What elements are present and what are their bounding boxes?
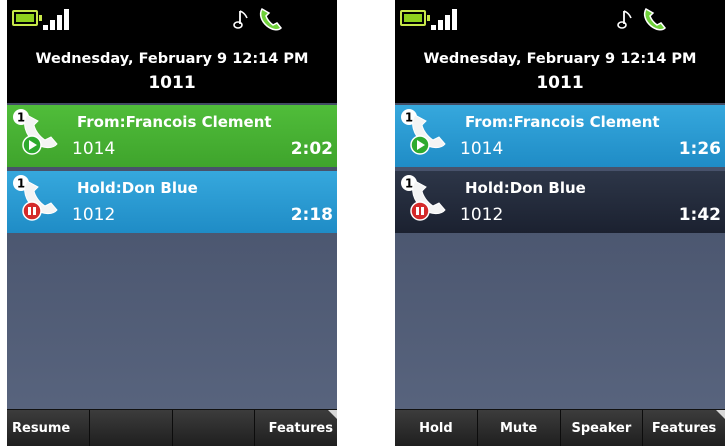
handset-icon [259, 7, 283, 31]
softkey-resume[interactable]: Resume [7, 410, 90, 446]
handset-icon [643, 7, 667, 31]
call-timer: 2:18 [290, 205, 333, 225]
line-extension: 1011 [536, 73, 584, 93]
softkey-features[interactable]: Features [643, 410, 725, 446]
softkey-label: Speaker [571, 420, 632, 436]
softkey-features[interactable]: Features [255, 410, 337, 446]
call-timer: 1:42 [678, 205, 721, 225]
held-call-icon: 1 [13, 175, 58, 221]
status-bar [395, 0, 725, 42]
softkey-hold[interactable]: Hold [395, 410, 478, 446]
softkey-empty-3[interactable] [173, 410, 256, 446]
status-bar [7, 0, 337, 42]
call-row-hold[interactable]: 1 Hold:Don Blue 1012 2:18 [7, 171, 337, 233]
softkey-bar: Hold Mute Speaker Features [395, 409, 725, 446]
call-number: 1014 [460, 139, 504, 159]
call-timer: 1:26 [678, 139, 721, 159]
call-number: 1012 [460, 205, 504, 225]
call-number: 1014 [72, 139, 116, 159]
date-time: Wednesday, February 9 12:14 PM [35, 51, 309, 67]
softkey-label: Hold [419, 420, 453, 436]
phone-screen-left: Wednesday, February 9 12:14 PM 1011 1 Fr… [7, 0, 337, 446]
call-label: Hold:Don Blue [77, 179, 198, 197]
softkey-empty-2[interactable] [90, 410, 173, 446]
call-label: From:Francois Clement [77, 113, 272, 131]
softkey-bar: Resume Features [7, 409, 337, 446]
call-row-hold[interactable]: 1 Hold:Don Blue 1012 1:42 [395, 171, 725, 233]
date-header: Wednesday, February 9 12:14 PM 1011 [7, 42, 337, 103]
phone-screen-right: Wednesday, February 9 12:14 PM 1011 1 Fr… [395, 0, 725, 446]
date-header: Wednesday, February 9 12:14 PM 1011 [395, 42, 725, 103]
softkey-speaker[interactable]: Speaker [561, 410, 644, 446]
call-badge: 1 [405, 177, 413, 191]
softkey-label: Features [651, 420, 717, 436]
softkey-label: Mute [500, 420, 538, 436]
music-note-icon [617, 10, 632, 29]
softkey-label: Features [268, 420, 333, 436]
signal-icon [431, 8, 461, 30]
call-badge: 1 [17, 111, 25, 125]
softkey-label: Resume [12, 420, 71, 436]
call-number: 1012 [72, 205, 116, 225]
call-label: Hold:Don Blue [465, 179, 586, 197]
active-call-icon: 1 [401, 109, 446, 155]
battery-icon [12, 10, 42, 26]
call-timer: 2:02 [290, 139, 333, 159]
active-call-icon: 1 [13, 109, 58, 155]
date-time: Wednesday, February 9 12:14 PM [423, 51, 697, 67]
softkey-mute[interactable]: Mute [478, 410, 561, 446]
call-row-active[interactable]: 1 From:Francois Clement 1014 2:02 [7, 105, 337, 167]
signal-icon [43, 8, 73, 30]
call-badge: 1 [405, 111, 413, 125]
battery-icon [400, 10, 430, 26]
music-note-icon [233, 10, 248, 29]
call-badge: 1 [17, 177, 25, 191]
line-extension: 1011 [148, 73, 196, 93]
call-row-active[interactable]: 1 From:Francois Clement 1014 1:26 [395, 105, 725, 167]
call-label: From:Francois Clement [465, 113, 660, 131]
held-call-icon: 1 [401, 175, 446, 221]
